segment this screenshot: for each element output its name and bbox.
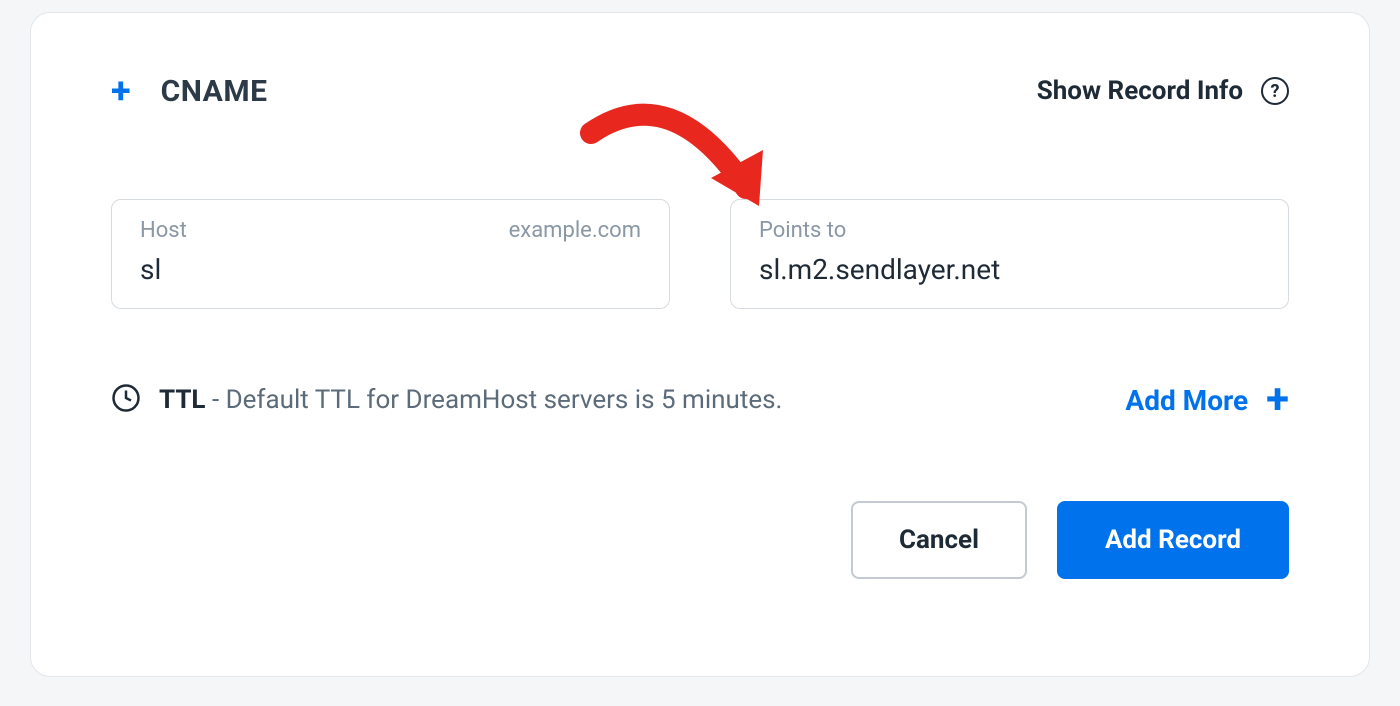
cancel-button[interactable]: Cancel	[851, 501, 1027, 579]
host-field-box[interactable]: Host example.com	[111, 199, 670, 309]
show-record-info-label: Show Record Info	[1037, 76, 1243, 106]
fields-row: Host example.com Points to	[111, 199, 1289, 309]
title-group: + CNAME	[111, 73, 267, 109]
header-row: + CNAME Show Record Info ?	[111, 73, 1289, 109]
ttl-text: TTL - Default TTL for DreamHost servers …	[159, 385, 782, 415]
clock-icon	[111, 383, 141, 417]
add-record-button[interactable]: Add Record	[1057, 501, 1289, 579]
show-record-info-link[interactable]: Show Record Info ?	[1037, 76, 1289, 106]
ttl-info: TTL - Default TTL for DreamHost servers …	[111, 383, 782, 417]
add-more-button[interactable]: Add More +	[1125, 379, 1289, 421]
ttl-row: TTL - Default TTL for DreamHost servers …	[111, 379, 1289, 421]
add-more-plus-icon: +	[1266, 379, 1289, 421]
button-row: Cancel Add Record	[111, 501, 1289, 579]
dns-record-card: + CNAME Show Record Info ? Host example.…	[30, 12, 1370, 677]
points-to-field-label: Points to	[759, 218, 1260, 243]
ttl-bold-label: TTL	[159, 385, 206, 415]
add-more-label: Add More	[1125, 384, 1248, 417]
ttl-description: - Default TTL for DreamHost servers is 5…	[206, 385, 783, 415]
host-field-suffix: example.com	[509, 218, 641, 243]
host-input[interactable]	[140, 253, 641, 286]
points-to-field-box[interactable]: Points to	[730, 199, 1289, 309]
record-type-title: CNAME	[161, 74, 268, 109]
plus-icon: +	[111, 73, 131, 109]
help-icon[interactable]: ?	[1261, 77, 1289, 105]
points-to-input[interactable]	[759, 253, 1260, 286]
